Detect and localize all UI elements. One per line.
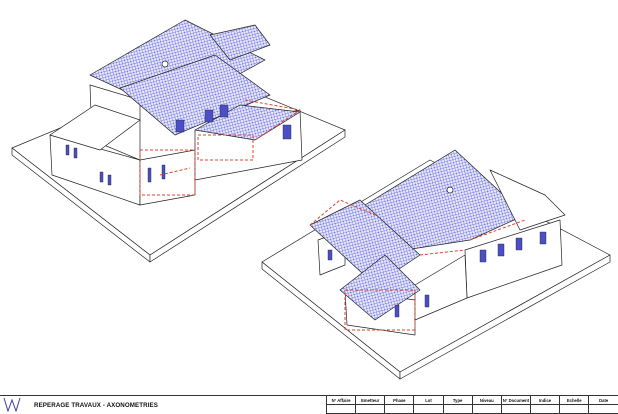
val-emetteur	[355, 404, 385, 414]
val-niveau	[471, 404, 502, 414]
col-echelle: Echelle	[559, 396, 589, 405]
col-document: N° Document	[500, 396, 531, 405]
col-indice: Indice	[529, 396, 560, 405]
val-indice	[529, 404, 560, 414]
val-type	[442, 404, 473, 414]
col-phase: Phase	[384, 396, 414, 405]
val-affaire	[325, 404, 356, 414]
axonometric-drawing-sheet	[11, 19, 611, 380]
col-emetteur: Emetteur	[355, 396, 385, 405]
axonometry-left	[11, 19, 346, 263]
col-date: Date	[588, 396, 618, 405]
val-echelle	[559, 404, 589, 414]
val-lot	[413, 404, 444, 414]
title-block: REPERAGE TRAVAUX - AXONOMETRIES N° Affai…	[0, 395, 618, 414]
col-type: Type	[442, 396, 473, 405]
col-lot: Lot	[413, 396, 444, 405]
val-phase	[384, 404, 414, 414]
axonometry-right	[261, 149, 611, 380]
val-document	[500, 404, 531, 414]
firm-logo-icon	[3, 397, 21, 412]
roof-vent-left	[161, 60, 169, 68]
roof-vent-right	[446, 186, 454, 194]
col-affaire: N° Affaire	[325, 396, 356, 405]
metadata-table: N° Affaire Emetteur Phase Lot Type Nivea…	[325, 396, 618, 414]
document-title: REPERAGE TRAVAUX - AXONOMETRIES	[34, 402, 158, 409]
col-niveau: Niveau	[471, 396, 502, 405]
val-date	[588, 404, 618, 414]
